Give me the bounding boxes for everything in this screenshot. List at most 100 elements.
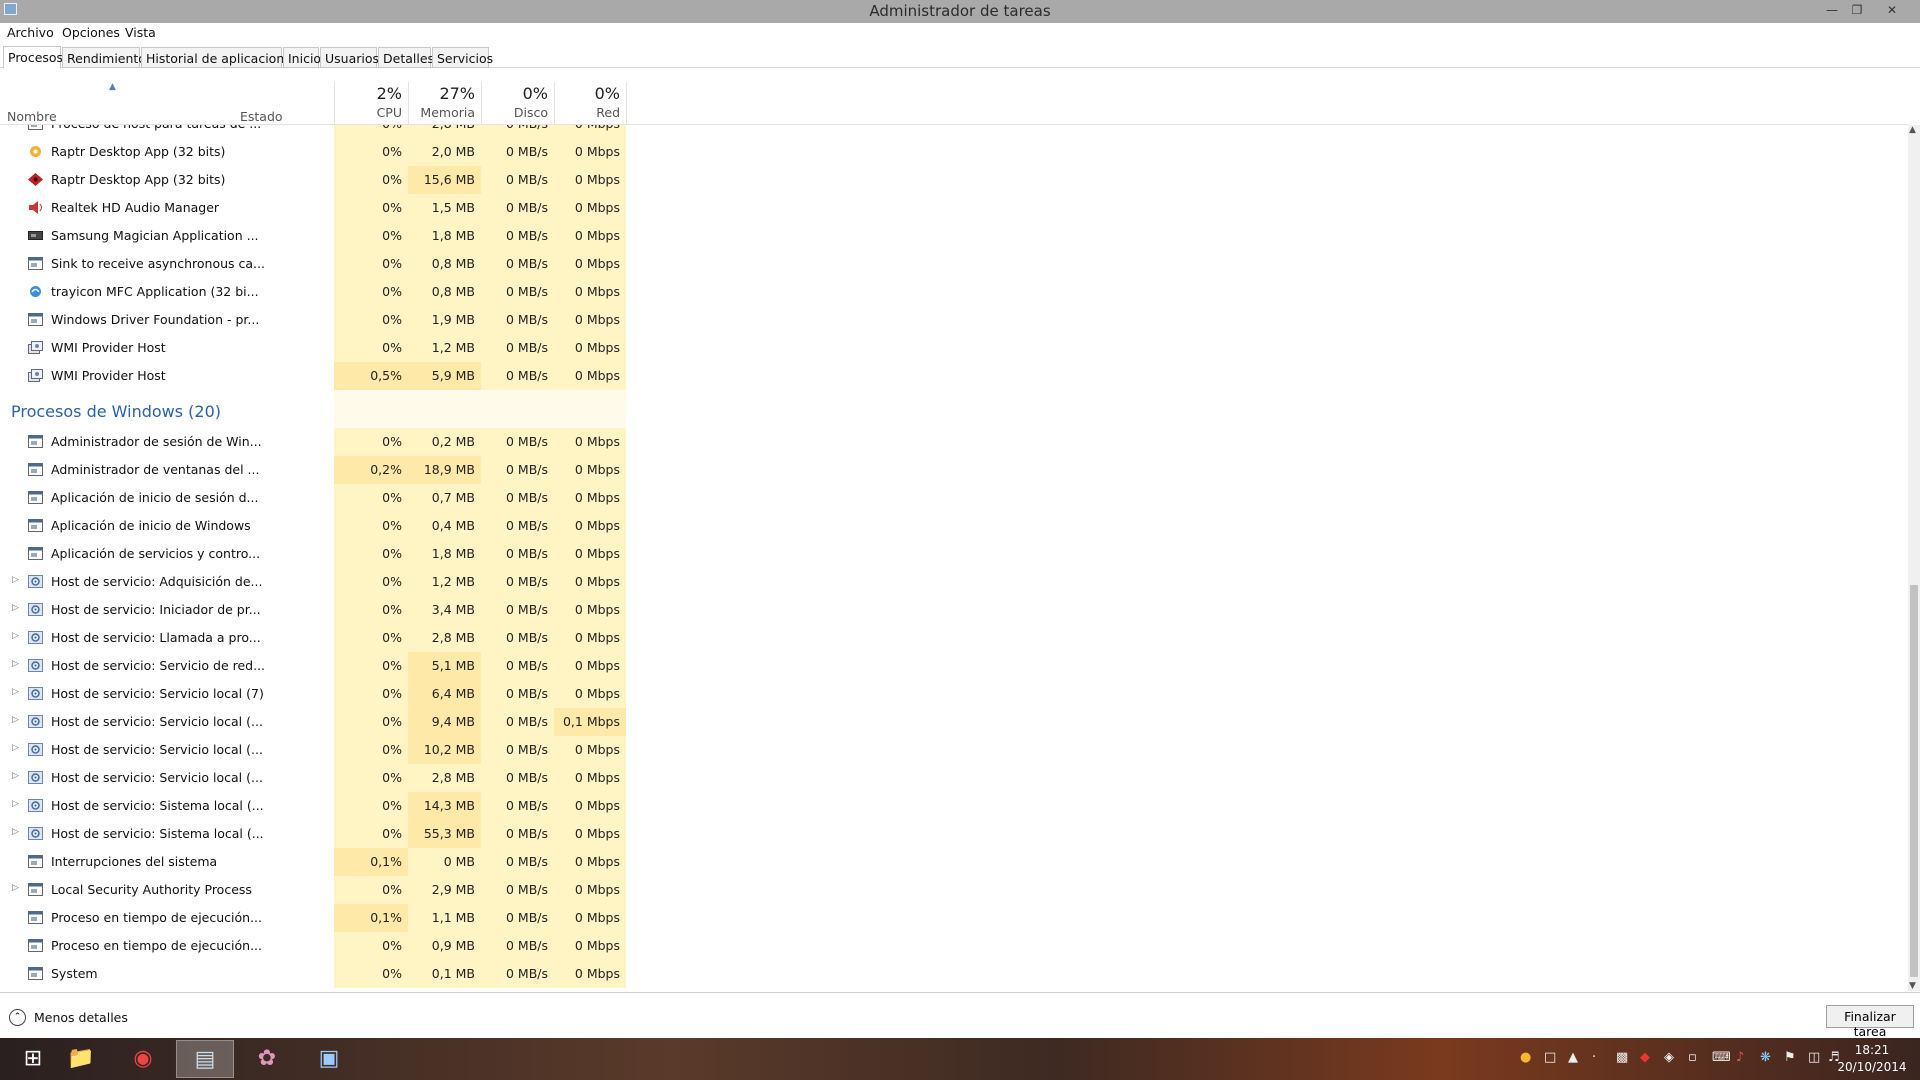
process-row[interactable]: System 0% 0,1 MB 0 MB/s 0 Mbps <box>0 960 626 988</box>
expand-arrow-icon[interactable]: ▷ <box>12 799 19 809</box>
expand-arrow-icon[interactable]: ▷ <box>12 603 19 613</box>
process-row[interactable]: ▷ Host de servicio: Sistema local (... 0% 1… <box>0 792 626 820</box>
process-row[interactable]: Proceso de host para tareas de ... 0%2,8 … <box>0 125 626 138</box>
tray-dot-icon[interactable]: · <box>1592 1050 1596 1065</box>
task-manager-taskbar-icon[interactable]: ▤ <box>176 1040 234 1078</box>
process-row[interactable]: ▷ Host de servicio: Servicio local (... 0%… <box>0 764 626 792</box>
process-row[interactable]: Raptr Desktop App (32 bits) 0% 15,6 MB 0 MB… <box>0 166 626 194</box>
header-mem-pct[interactable]: 27% <box>408 84 475 103</box>
tray-bluetooth-icon[interactable]: ❋ <box>1760 1050 1771 1065</box>
process-name: Host de servicio: Sistema local (... <box>51 798 264 813</box>
process-row[interactable]: Samsung Magician Application ... 0% 1,8 MB… <box>0 222 626 250</box>
chrome-icon[interactable]: ◉ <box>114 1040 172 1078</box>
process-row[interactable]: Aplicación de inicio de sesión d... 0% 0,7… <box>0 484 626 512</box>
less-details-link[interactable]: Menos detalles <box>34 1010 128 1025</box>
process-row[interactable]: Interrupciones del sistema 0,1% 0 MB 0 MB/s… <box>0 848 626 876</box>
header-disk-pct[interactable]: 0% <box>481 84 548 103</box>
network-cell: 0,1 Mbps <box>554 708 626 736</box>
tray-orange-icon[interactable]: ● <box>1520 1050 1531 1065</box>
expand-arrow-icon[interactable]: ▷ <box>12 687 19 697</box>
process-row[interactable]: WMI Provider Host 0% 1,2 MB 0 MB/s 0 Mbps <box>0 334 626 362</box>
process-row[interactable]: ▷ Host de servicio: Servicio local (7) 0% 6… <box>0 680 626 708</box>
header-cpu[interactable]: CPU <box>334 105 402 120</box>
disk-cell: 0 MB/s <box>481 904 554 932</box>
header-nombre[interactable]: Nombre <box>7 109 57 124</box>
scroll-thumb[interactable] <box>1910 585 1918 977</box>
cpu-cell: 0% <box>334 876 408 904</box>
tab-historial[interactable]: Historial de aplicaciones <box>141 47 298 68</box>
process-row[interactable]: Administrador de sesión de Win... 0% 0,2 M… <box>0 428 626 456</box>
process-row[interactable]: Proceso en tiempo de ejecución... 0,1% 1,1… <box>0 904 626 932</box>
header-divider <box>334 82 335 125</box>
group-header[interactable]: Procesos de Windows (20) <box>0 390 626 428</box>
expand-arrow-icon[interactable]: ▷ <box>12 827 19 837</box>
process-row[interactable]: Raptr Desktop App (32 bits) 0% 2,0 MB 0 MB/… <box>0 138 626 166</box>
header-disk[interactable]: Disco <box>481 105 548 120</box>
tray-audio-icon[interactable]: ♪ <box>1736 1050 1744 1065</box>
tab-servicios[interactable]: Servicios <box>432 47 493 68</box>
tray-network-adapter-icon[interactable]: ◈ <box>1664 1050 1674 1065</box>
chevron-up-icon[interactable]: ⌃ <box>9 1009 26 1026</box>
tray-network-icon[interactable]: ◫ <box>1808 1050 1820 1065</box>
expand-arrow-icon[interactable]: ▷ <box>12 715 19 725</box>
tray-card-icon[interactable]: ▩ <box>1616 1050 1628 1065</box>
scroll-down-icon[interactable]: ▼ <box>1909 981 1916 991</box>
header-cpu-pct[interactable]: 2% <box>334 84 402 103</box>
process-row[interactable]: Aplicación de inicio de Windows 0% 0,4 MB 0… <box>0 512 626 540</box>
process-row[interactable]: Realtek HD Audio Manager 0% 1,5 MB 0 MB/s 0 … <box>0 194 626 222</box>
process-row[interactable]: ▷ Host de servicio: Servicio de red... 0% 5… <box>0 652 626 680</box>
expand-arrow-icon[interactable]: ▷ <box>12 575 19 585</box>
process-list: Proceso de host para tareas de ...0%2,8 … <box>0 125 1908 991</box>
process-row[interactable]: Windows Driver Foundation - pr... 0% 1,9 M… <box>0 306 626 334</box>
process-row[interactable]: WMI Provider Host 0,5% 5,9 MB 0 MB/s 0 Mbps <box>0 362 626 390</box>
clock[interactable]: 18:21 20/10/2014 <box>1832 1042 1912 1076</box>
process-row[interactable]: Proceso en tiempo de ejecución... 0% 0,9 M… <box>0 932 626 960</box>
restore-button[interactable]: ❐ <box>1845 0 1869 21</box>
tab-detalles[interactable]: Detalles <box>378 47 434 68</box>
tab-usuarios[interactable]: Usuarios <box>320 47 379 68</box>
tray-keyboard-icon[interactable]: ⌨ <box>1712 1050 1731 1065</box>
tray-store-icon[interactable]: ▫ <box>1688 1050 1697 1065</box>
tab-rendimiento[interactable]: Rendimiento <box>62 47 146 68</box>
scroll-up-icon[interactable]: ▲ <box>1909 125 1916 135</box>
menu-opciones[interactable]: Opciones <box>62 25 120 40</box>
process-row[interactable]: Sink to receive asynchronous ca... 0% 0,8 … <box>0 250 626 278</box>
file-explorer-icon[interactable]: 📁 <box>52 1040 110 1078</box>
process-row[interactable]: ▷ Host de servicio: Servicio local (... 0%… <box>0 736 626 764</box>
process-name: Proceso en tiempo de ejecución... <box>51 938 262 953</box>
minimize-button[interactable]: — <box>1820 0 1844 21</box>
process-row[interactable]: ▷ Host de servicio: Llamada a pro... 0% 2,8… <box>0 624 626 652</box>
expand-arrow-icon[interactable]: ▷ <box>12 659 19 669</box>
process-row[interactable]: ▷ Local Security Authority Process 0% 2,9 M… <box>0 876 626 904</box>
process-row[interactable]: ▷ Host de servicio: Servicio local (... 0%… <box>0 708 626 736</box>
tray-raptr-icon[interactable]: ◆ <box>1640 1050 1650 1065</box>
menu-archivo[interactable]: Archivo <box>7 25 54 40</box>
tab-inicio[interactable]: Inicio <box>283 47 321 68</box>
process-row[interactable]: trayicon MFC Application (32 bi... 0% 0,8 … <box>0 278 626 306</box>
vertical-scrollbar[interactable]: ▲ ▼ <box>1908 125 1920 991</box>
menu-vista[interactable]: Vista <box>125 25 156 40</box>
expand-arrow-icon[interactable]: ▷ <box>12 631 19 641</box>
expand-arrow-icon[interactable]: ▷ <box>12 771 19 781</box>
header-mem[interactable]: Memoria <box>408 105 475 120</box>
tray-flag-icon[interactable]: ⚑ <box>1784 1050 1796 1065</box>
process-row[interactable]: Administrador de ventanas del ... 0,2% 18,… <box>0 456 626 484</box>
process-row[interactable]: ▷ Host de servicio: Adquisición de... 0% 1,… <box>0 568 626 596</box>
window-app-icon[interactable]: ▣ <box>300 1040 358 1078</box>
tab-procesos[interactable]: Procesos <box>3 46 63 69</box>
process-row[interactable]: ▷ Host de servicio: Sistema local (... 0% 5… <box>0 820 626 848</box>
end-task-button[interactable]: Finalizar tarea <box>1826 1005 1914 1039</box>
network-cell: 0 Mbps <box>554 624 626 652</box>
header-net-pct[interactable]: 0% <box>554 84 620 103</box>
close-button[interactable]: ✕ <box>1880 0 1904 21</box>
header-net[interactable]: Red <box>554 105 620 120</box>
paint-icon[interactable]: ✿ <box>238 1040 296 1078</box>
tray-bell-icon[interactable]: ▲ <box>1568 1050 1578 1065</box>
header-estado[interactable]: Estado <box>240 109 283 124</box>
process-row[interactable]: ▷ Host de servicio: Iniciador de pr... 0% 3… <box>0 596 626 624</box>
expand-arrow-icon[interactable]: ▷ <box>12 883 19 893</box>
expand-arrow-icon[interactable]: ▷ <box>12 743 19 753</box>
process-row[interactable]: Aplicación de servicios y contro... 0% 1,8… <box>0 540 626 568</box>
tray-square-icon[interactable]: □ <box>1544 1050 1556 1065</box>
cpu-cell: 0% <box>334 624 408 652</box>
